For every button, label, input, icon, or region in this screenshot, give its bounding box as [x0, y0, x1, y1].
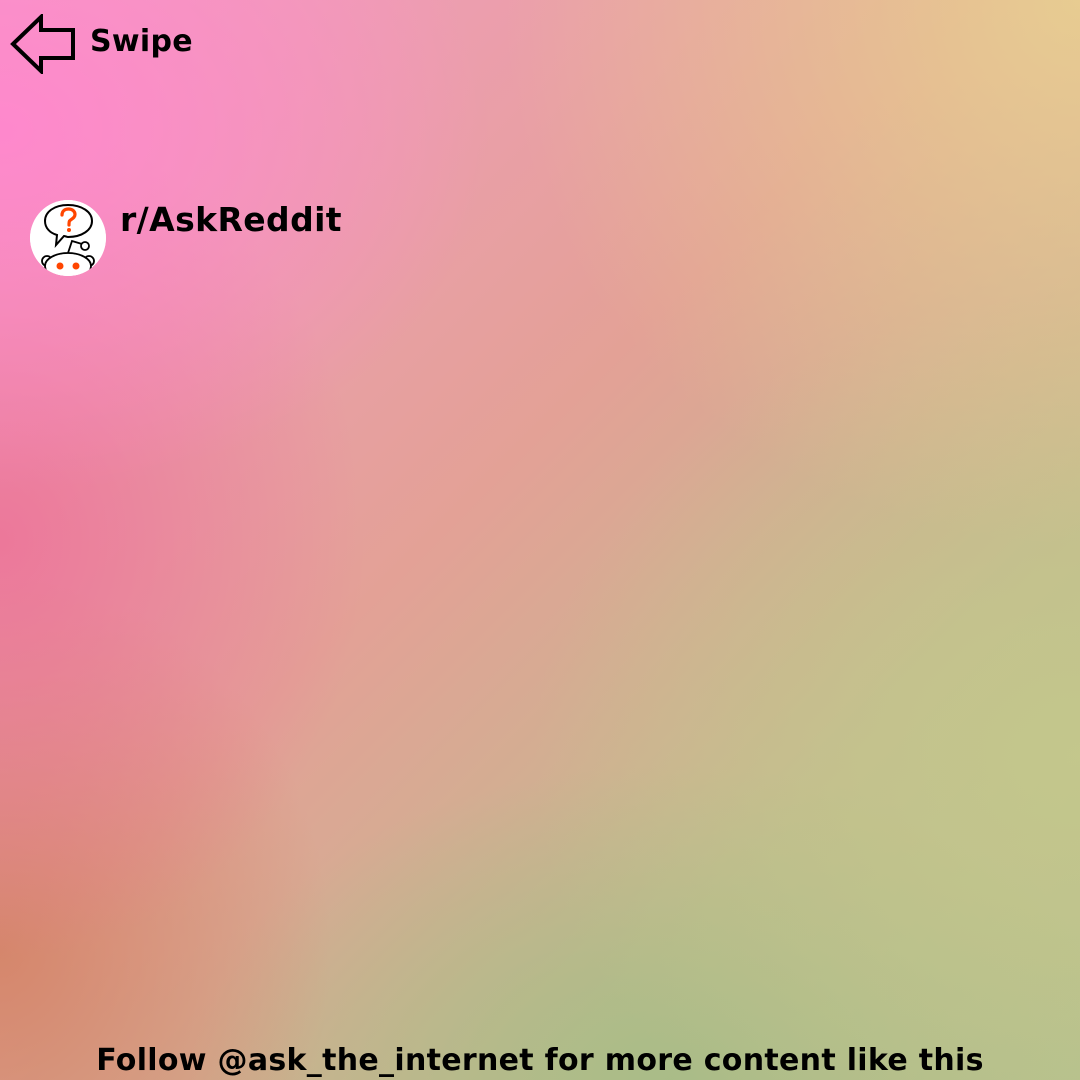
follow-cta: Follow @ask_the_internet for more conten…: [96, 1043, 984, 1078]
swipe-hint[interactable]: Swipe: [10, 14, 193, 74]
swipe-label: Swipe: [90, 23, 193, 59]
subreddit-name[interactable]: r/AskReddit: [120, 200, 342, 239]
subreddit-header: r/AskReddit: [30, 200, 342, 276]
arrow-left-icon: [10, 14, 75, 74]
askreddit-avatar-icon: [30, 200, 106, 276]
post-slide: { "swipe": { "label": "Swipe", "icon": "…: [0, 0, 1080, 1080]
